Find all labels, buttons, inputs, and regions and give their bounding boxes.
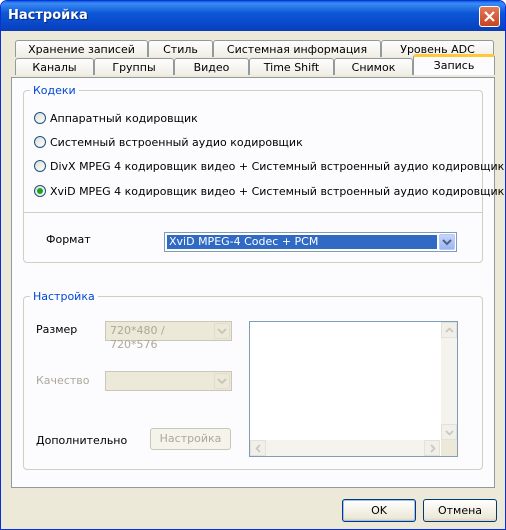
radio-label: XviD MPEG 4 кодировщик видео + Системный… bbox=[50, 184, 505, 198]
title-bar: Настройка bbox=[1, 1, 505, 31]
format-value: XviD MPEG-4 Codec + PCM bbox=[167, 235, 437, 249]
radio-hardware-encoder[interactable]: Аппаратный кодировщик bbox=[34, 111, 198, 125]
horizontal-scrollbar[interactable] bbox=[250, 440, 440, 456]
scroll-down-button[interactable] bbox=[441, 424, 457, 440]
chevron-right-icon bbox=[430, 444, 436, 453]
settings-button[interactable]: Настройка bbox=[150, 428, 231, 450]
codecs-legend: Кодеки bbox=[30, 84, 79, 97]
radio-label: DivX MPEG 4 кодировщик видео + Системный… bbox=[50, 159, 505, 173]
codecs-divider bbox=[24, 212, 482, 213]
tab-video[interactable]: Видео bbox=[174, 58, 249, 75]
settings-dialog: Настройка Хранение записей Стиль Системн… bbox=[0, 0, 506, 530]
scrollbar-corner bbox=[441, 440, 457, 456]
tab-record[interactable]: Запись bbox=[413, 54, 495, 75]
tab-time-shift[interactable]: Time Shift bbox=[249, 58, 334, 75]
radio-label: Аппаратный кодировщик bbox=[50, 111, 198, 125]
radio-button[interactable] bbox=[34, 112, 46, 124]
tab-groups[interactable]: Группы bbox=[94, 58, 174, 75]
vertical-scrollbar[interactable] bbox=[441, 322, 457, 440]
tab-system-info[interactable]: Системная информация bbox=[213, 40, 381, 57]
radio-system-audio-encoder[interactable]: Системный встроенный аудио кодировщик bbox=[34, 135, 303, 149]
tab-channels[interactable]: Каналы bbox=[15, 58, 94, 75]
tab-style[interactable]: Стиль bbox=[148, 40, 213, 57]
cancel-button[interactable]: Отмена bbox=[423, 499, 497, 522]
size-select[interactable]: 720*480 / 720*576 bbox=[105, 321, 232, 351]
tab-recordings-storage[interactable]: Хранение записей bbox=[15, 40, 148, 57]
settings-listbox[interactable] bbox=[249, 321, 458, 457]
window-title: Настройка bbox=[8, 8, 88, 23]
settings-legend: Настройка bbox=[30, 290, 98, 303]
close-button[interactable] bbox=[479, 6, 500, 27]
size-label: Размер bbox=[36, 323, 78, 336]
radio-button[interactable] bbox=[34, 160, 46, 172]
scroll-up-button[interactable] bbox=[441, 322, 457, 338]
size-value: 720*480 / 720*576 bbox=[110, 324, 165, 351]
extra-label: Дополнительно bbox=[36, 434, 128, 447]
tab-snapshot[interactable]: Снимок bbox=[334, 58, 413, 75]
radio-divx-encoder[interactable]: DivX MPEG 4 кодировщик видео + Системный… bbox=[34, 159, 504, 173]
quality-label: Качество bbox=[36, 374, 90, 387]
chevron-left-icon bbox=[255, 444, 261, 453]
close-icon bbox=[484, 11, 495, 22]
chevron-down-icon[interactable] bbox=[214, 323, 230, 339]
ok-button[interactable]: OK bbox=[342, 499, 416, 522]
chevron-up-icon bbox=[445, 327, 454, 333]
chevron-down-icon bbox=[445, 430, 454, 436]
chevron-down-icon[interactable] bbox=[214, 373, 230, 389]
chevron-down-icon[interactable] bbox=[439, 234, 455, 250]
radio-label: Системный встроенный аудио кодировщик bbox=[50, 135, 303, 149]
radio-button[interactable] bbox=[34, 136, 46, 148]
format-label: Формат bbox=[46, 233, 91, 246]
quality-value bbox=[108, 374, 212, 388]
radio-xvid-encoder[interactable]: XviD MPEG 4 кодировщик видео + Системный… bbox=[34, 184, 504, 198]
quality-select[interactable] bbox=[105, 371, 232, 391]
scroll-right-button[interactable] bbox=[424, 440, 440, 456]
scroll-left-button[interactable] bbox=[250, 440, 266, 456]
format-select[interactable]: XviD MPEG-4 Codec + PCM bbox=[164, 232, 457, 252]
radio-button-selected[interactable] bbox=[34, 185, 46, 197]
